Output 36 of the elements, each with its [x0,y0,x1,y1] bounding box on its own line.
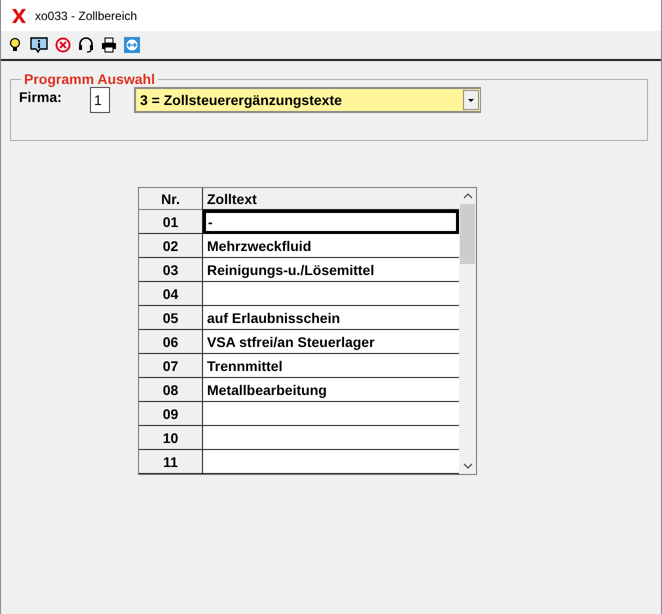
printer-icon[interactable] [101,37,117,53]
app-logo-icon [11,8,27,24]
scrollbar-thumb[interactable] [460,204,475,264]
row-number-cell: 07 [139,354,203,378]
table-cell[interactable]: VSA stfrei/an Steuerlager [203,330,459,354]
row-number-cell: 01 [139,210,203,234]
row-number-cell: 09 [139,402,203,426]
scroll-down-icon[interactable] [462,463,472,469]
column-header: Nr. [139,188,203,210]
table-cell[interactable]: Metallbearbeitung [203,378,459,402]
program-dropdown[interactable]: 3 = Zollsteuerergänzungstexte [134,87,481,113]
window-title: xo033 - Zollbereich [35,8,138,22]
table-cell[interactable]: Reinigungs-u./Lösemittel [203,258,459,282]
table-cell[interactable]: Trennmittel [203,354,459,378]
lightbulb-icon[interactable] [7,37,23,53]
column-header: Zolltext [203,188,459,210]
vertical-scrollbar[interactable] [459,188,476,474]
headset-icon[interactable] [78,37,94,53]
row-number-cell: 04 [139,282,203,306]
table-cell[interactable]: Mehrzweckfluid [203,234,459,258]
row-number-cell: 03 [139,258,203,282]
row-number-cell: 08 [139,378,203,402]
table-cell[interactable]: - [203,210,459,234]
row-number-cell: 11 [139,450,203,474]
scroll-up-icon[interactable] [462,193,472,199]
row-number-cell: 10 [139,426,203,450]
row-number-cell: 05 [139,306,203,330]
row-number-cell: 06 [139,330,203,354]
table-cell[interactable]: auf Erlaubnisschein [203,306,459,330]
remote-support-icon[interactable] [124,37,140,53]
firma-field[interactable]: 1 [90,87,110,113]
firma-label: Firma: [19,89,63,105]
row-number-cell: 02 [139,234,203,258]
close-icon[interactable] [55,37,71,53]
info-icon[interactable] [30,37,48,53]
group-title: Programm Auswahl [23,71,156,87]
